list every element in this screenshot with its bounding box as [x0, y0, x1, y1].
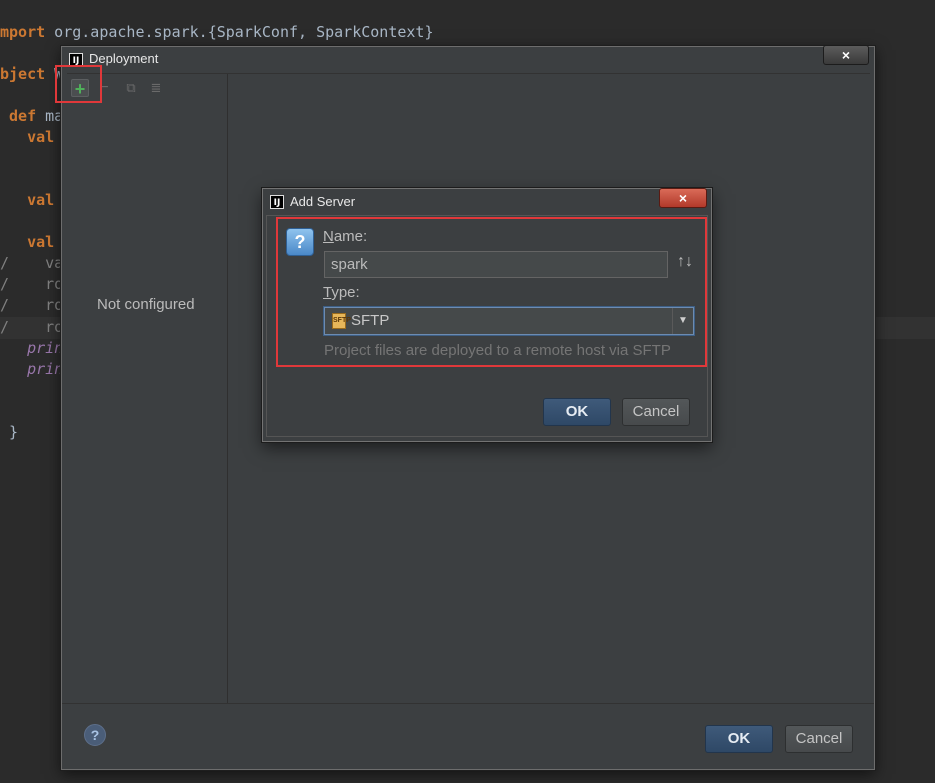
code-line: / ro: [0, 296, 64, 314]
intellij-icon: IJ: [270, 195, 284, 209]
code-line: prin: [0, 339, 64, 357]
close-icon: ×: [841, 47, 851, 63]
ok-button[interactable]: OK: [705, 725, 773, 753]
deployment-title: Deployment: [89, 51, 159, 66]
highlight-add-server-form: [276, 217, 707, 367]
deployment-title-bar[interactable]: IJ Deployment: [62, 47, 874, 73]
add-server-close-button[interactable]: ×: [659, 188, 707, 208]
add-server-ok-button[interactable]: OK: [543, 398, 611, 426]
highlight-add-button: [55, 65, 102, 103]
code-line: / ro: [0, 275, 64, 293]
copy-server-button[interactable]: ⧉: [122, 79, 140, 97]
help-button[interactable]: ?: [84, 724, 106, 746]
close-icon: ×: [678, 190, 688, 206]
close-button[interactable]: ×: [823, 45, 869, 65]
code-line: val: [0, 128, 55, 146]
code-line: / va: [0, 254, 64, 272]
code-line: / ro: [0, 318, 64, 336]
code-line: mport org.apache.spark.{SparkConf, Spark…: [0, 23, 434, 41]
database-icon: ≣: [150, 80, 162, 95]
add-server-cancel-button[interactable]: Cancel: [622, 398, 690, 426]
code-line: }: [0, 423, 19, 441]
not-configured-label: Not configured: [97, 296, 195, 313]
code-line: prin: [0, 360, 64, 378]
add-server-title: Add Server: [290, 194, 356, 209]
code-line: val: [0, 233, 55, 251]
code-line: val: [0, 191, 55, 209]
copy-icon: ⧉: [126, 80, 136, 95]
server-list-pane: + − ⧉ ≣ Not configured: [67, 74, 228, 704]
code-line: bject W: [0, 65, 64, 83]
deployment-footer: ? OK Cancel: [62, 703, 874, 769]
cancel-button[interactable]: Cancel: [785, 725, 853, 753]
code-line: def ma: [0, 107, 64, 125]
add-server-title-bar[interactable]: IJ Add Server: [263, 189, 711, 215]
help-icon: ?: [90, 727, 100, 743]
set-default-button[interactable]: ≣: [147, 79, 165, 97]
